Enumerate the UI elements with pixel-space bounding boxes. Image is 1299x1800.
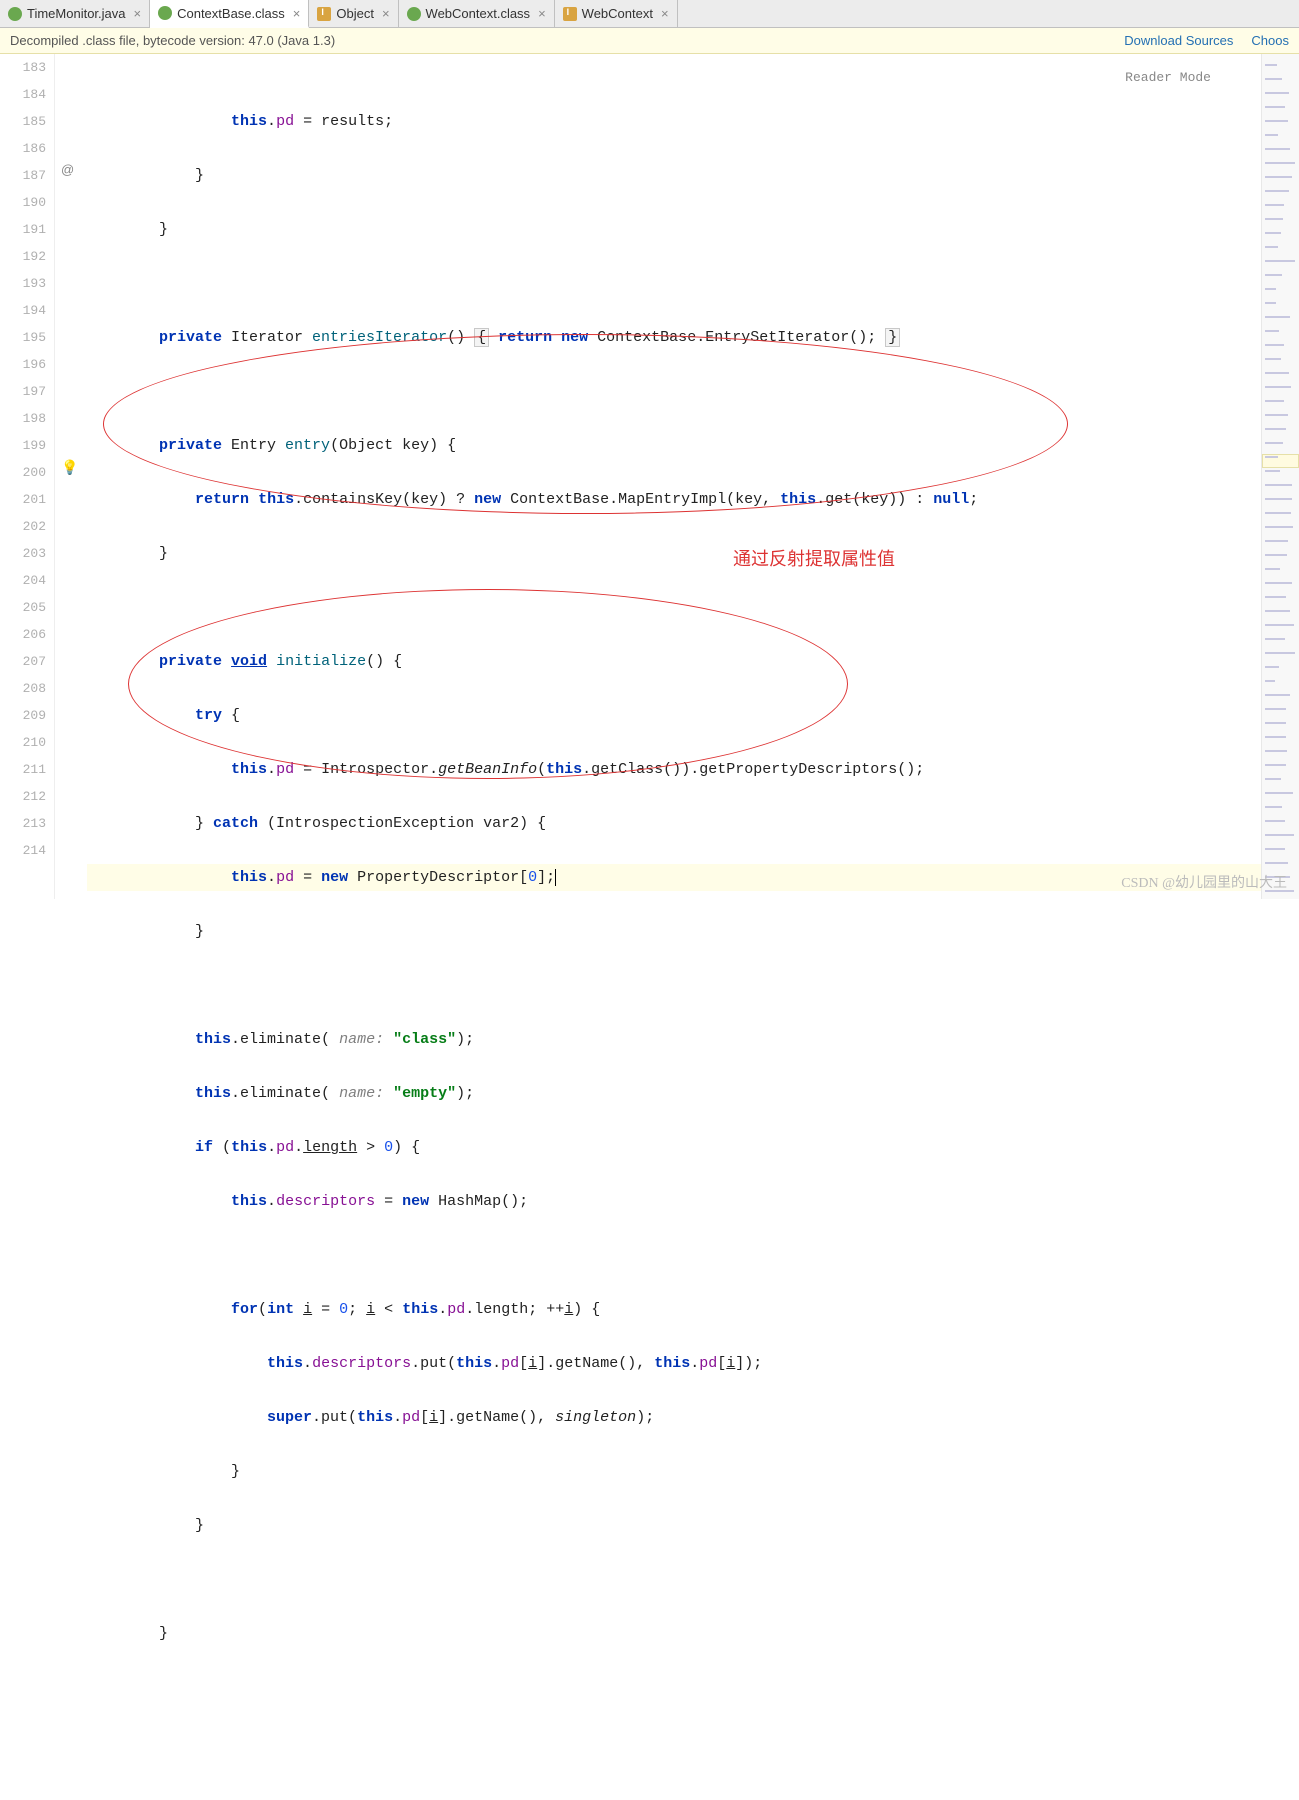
tab-label: WebContext [582, 6, 653, 21]
lightbulb-icon[interactable]: 💡 [61, 459, 78, 476]
minimap[interactable] [1261, 54, 1299, 899]
line-number: 193 [0, 270, 46, 297]
banner-text: Decompiled .class file, bytecode version… [10, 33, 335, 48]
line-number: 209 [0, 702, 46, 729]
close-icon[interactable]: × [382, 6, 390, 21]
line-number: 191 [0, 216, 46, 243]
tab-label: Object [336, 6, 374, 21]
line-number: 204 [0, 567, 46, 594]
tab-label: TimeMonitor.java [27, 6, 126, 21]
line-number: 205 [0, 594, 46, 621]
line-number: 192 [0, 243, 46, 270]
close-icon[interactable]: × [538, 6, 546, 21]
java-class-icon [158, 6, 172, 20]
tab-label: ContextBase.class [177, 6, 285, 21]
line-number: 199 [0, 432, 46, 459]
editor-tabs: TimeMonitor.java × ContextBase.class × Obj… [0, 0, 1299, 28]
line-number: 187 [0, 162, 46, 189]
watermark: CSDN @幼儿园里的山大王 [1121, 872, 1287, 892]
interface-icon [317, 7, 331, 21]
decompile-banner: Decompiled .class file, bytecode version… [0, 28, 1299, 54]
line-number: 206 [0, 621, 46, 648]
tab-webcontext[interactable]: WebContext × [555, 0, 678, 27]
close-icon[interactable]: × [661, 6, 669, 21]
tab-object[interactable]: Object × [309, 0, 398, 27]
line-number: 200 [0, 459, 46, 486]
line-number: 195 [0, 324, 46, 351]
line-number: 183 [0, 54, 46, 81]
line-number: 208 [0, 675, 46, 702]
code-editor[interactable]: Reader Mode this.pd = results; } } priva… [83, 54, 1261, 899]
line-number: 184 [0, 81, 46, 108]
close-icon[interactable]: × [134, 6, 142, 21]
line-number: 190 [0, 189, 46, 216]
tab-contextbase[interactable]: ContextBase.class × [150, 0, 309, 28]
editor-area: 1831841851861871901911921931941951961971… [0, 54, 1299, 899]
tab-webcontext-class[interactable]: WebContext.class × [399, 0, 555, 27]
line-number: 198 [0, 405, 46, 432]
line-number: 207 [0, 648, 46, 675]
line-number: 211 [0, 756, 46, 783]
line-number: 202 [0, 513, 46, 540]
reader-mode-label[interactable]: Reader Mode [1125, 64, 1211, 91]
override-icon[interactable]: @ [61, 162, 74, 177]
line-number: 196 [0, 351, 46, 378]
java-class-icon [407, 7, 421, 21]
close-icon[interactable]: × [293, 6, 301, 21]
tab-timemonitor[interactable]: TimeMonitor.java × [0, 0, 150, 27]
tab-label: WebContext.class [426, 6, 531, 21]
line-number: 185 [0, 108, 46, 135]
banner-actions: Download Sources Choos [1124, 33, 1289, 48]
line-number: 194 [0, 297, 46, 324]
interface-icon [563, 7, 577, 21]
gutter-icons: @ 💡 [55, 54, 83, 899]
choose-sources-link[interactable]: Choos [1251, 33, 1289, 48]
line-number: 213 [0, 810, 46, 837]
line-number-gutter: 1831841851861871901911921931941951961971… [0, 54, 55, 899]
line-number: 201 [0, 486, 46, 513]
line-number: 212 [0, 783, 46, 810]
line-number: 197 [0, 378, 46, 405]
line-number: 214 [0, 837, 46, 864]
line-number: 186 [0, 135, 46, 162]
line-number: 203 [0, 540, 46, 567]
line-number: 210 [0, 729, 46, 756]
download-sources-link[interactable]: Download Sources [1124, 33, 1233, 48]
java-class-icon [8, 7, 22, 21]
